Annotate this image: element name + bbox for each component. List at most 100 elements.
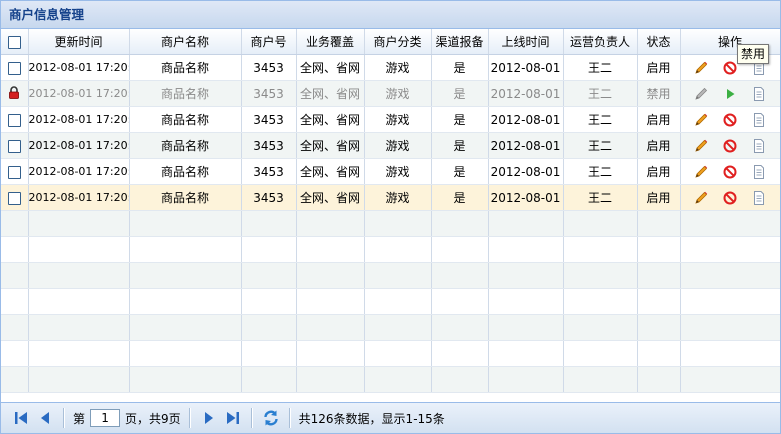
cell-merchant-id: 3453 (241, 132, 297, 159)
table-row[interactable]: 2012-08-01 17:20:30商品名称3453全网、省网游戏是2012-… (1, 54, 780, 81)
detail-button[interactable] (751, 190, 767, 206)
table-row[interactable]: 2012-08-01 17:20:30商品名称3453全网、省网游戏是2012-… (1, 184, 780, 211)
next-page-button[interactable] (200, 409, 218, 427)
edit-button[interactable] (693, 60, 709, 76)
cell-merchant-id: 3453 (241, 158, 297, 185)
cell-online-time: 2012-08-01 (488, 158, 564, 185)
detail-button[interactable] (751, 112, 767, 128)
enable-button[interactable] (722, 86, 738, 102)
checkbox[interactable] (7, 113, 21, 127)
page-number-input[interactable] (90, 409, 121, 427)
col-header-coverage[interactable]: 业务覆盖 (296, 29, 365, 55)
cell-status: 启用 (637, 158, 681, 185)
row-checkbox[interactable] (1, 54, 29, 81)
cell-coverage: 全网、省网 (296, 158, 365, 185)
row-checkbox[interactable] (1, 158, 29, 185)
cell-channel-report: 是 (431, 132, 489, 159)
panel-title: 商户信息管理 (1, 1, 780, 29)
cell-coverage: 全网、省网 (296, 106, 365, 133)
edit-button[interactable] (693, 138, 709, 154)
cell-status: 启用 (637, 54, 681, 81)
edit-button[interactable] (693, 112, 709, 128)
cell-merchant-name: 商品名称 (129, 184, 242, 211)
pencil-icon (693, 113, 709, 131)
cell-owner: 王二 (563, 54, 638, 81)
detail-button[interactable] (751, 86, 767, 102)
cell-channel-report: 是 (431, 80, 489, 107)
table-row[interactable]: 2012-08-01 17:20:30商品名称3453全网、省网游戏是2012-… (1, 132, 780, 159)
col-header-online-time[interactable]: 上线时间 (488, 29, 564, 55)
cell-online-time: 2012-08-01 (488, 80, 564, 107)
merchant-grid: 更新时间 商户名称 商户号 业务覆盖 商户分类 渠道报备 上线时间 运营负责人 … (1, 29, 780, 393)
disable-button[interactable] (722, 138, 738, 154)
first-page-icon (15, 412, 27, 424)
cell-online-time: 2012-08-01 (488, 184, 564, 211)
cell-merchant-id: 3453 (241, 106, 297, 133)
cell-category: 游戏 (364, 158, 432, 185)
empty-row (1, 366, 780, 393)
row-checkbox[interactable] (1, 106, 29, 133)
padlock-icon (8, 85, 20, 102)
select-all-checkbox[interactable] (1, 29, 29, 55)
col-header-updated-time[interactable]: 更新时间 (28, 29, 130, 55)
disable-button[interactable] (722, 164, 738, 180)
checkbox[interactable] (7, 165, 21, 179)
empty-row (1, 288, 780, 315)
last-page-icon (226, 412, 239, 424)
cell-status: 禁用 (637, 80, 681, 107)
no-entry-icon (722, 113, 738, 131)
checkbox[interactable] (7, 139, 21, 153)
cell-merchant-id: 3453 (241, 54, 297, 81)
row-checkbox[interactable] (1, 132, 29, 159)
edit-button[interactable] (693, 86, 709, 102)
cell-actions (680, 106, 780, 133)
refresh-button[interactable] (262, 409, 280, 427)
col-header-merchant-name[interactable]: 商户名称 (129, 29, 242, 55)
document-icon (751, 86, 767, 105)
col-header-status[interactable]: 状态 (637, 29, 681, 55)
cell-owner: 王二 (563, 80, 638, 107)
table-row[interactable]: 2012-08-01 17:20:30商品名称3453全网、省网游戏是2012-… (1, 80, 780, 107)
cell-actions (680, 132, 780, 159)
toolbar-separator (288, 408, 291, 428)
disable-button[interactable] (722, 60, 738, 76)
row-checkbox[interactable] (1, 184, 29, 211)
checkbox[interactable] (7, 191, 21, 205)
table-row[interactable]: 2012-08-01 17:20:30商品名称3453全网、省网游戏是2012-… (1, 158, 780, 185)
cell-merchant-id: 3453 (241, 184, 297, 211)
cell-category: 游戏 (364, 132, 432, 159)
next-page-icon (204, 412, 213, 424)
last-page-button[interactable] (224, 409, 242, 427)
col-header-channel-report[interactable]: 渠道报备 (431, 29, 489, 55)
checkbox[interactable] (7, 61, 21, 75)
col-header-category[interactable]: 商户分类 (364, 29, 432, 55)
prev-page-button[interactable] (36, 409, 54, 427)
col-header-merchant-id[interactable]: 商户号 (241, 29, 297, 55)
record-summary: 共126条数据，显示1-15条 (298, 411, 445, 426)
table-row[interactable]: 2012-08-01 17:20:30商品名称3453全网、省网游戏是2012-… (1, 106, 780, 133)
detail-button[interactable] (751, 164, 767, 180)
tooltip-disable: 禁用 (737, 44, 770, 64)
document-icon (751, 112, 767, 131)
cell-channel-report: 是 (431, 158, 489, 185)
document-icon (751, 138, 767, 157)
cell-online-time: 2012-08-01 (488, 132, 564, 159)
play-icon (722, 88, 738, 105)
cell-actions (680, 158, 780, 185)
detail-button[interactable] (751, 138, 767, 154)
toolbar-separator (250, 408, 253, 428)
pencil-icon (693, 191, 709, 209)
cell-merchant-name: 商品名称 (129, 54, 242, 81)
edit-button[interactable] (693, 190, 709, 206)
cell-category: 游戏 (364, 106, 432, 133)
edit-button[interactable] (693, 164, 709, 180)
disable-button[interactable] (722, 112, 738, 128)
pencil-icon (693, 87, 709, 105)
pencil-icon (693, 165, 709, 183)
disable-button[interactable] (722, 190, 738, 206)
first-page-button[interactable] (12, 409, 30, 427)
document-icon (751, 164, 767, 183)
cell-status: 启用 (637, 132, 681, 159)
cell-updated-time: 2012-08-01 17:20:30 (28, 54, 130, 81)
col-header-owner[interactable]: 运营负责人 (563, 29, 638, 55)
